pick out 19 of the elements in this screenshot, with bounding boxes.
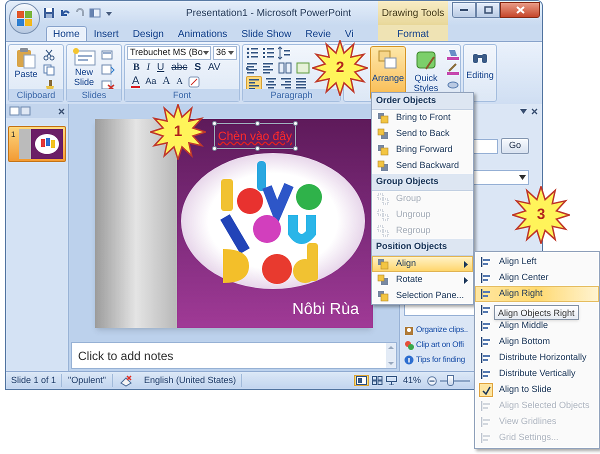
window-title: Presentation1 - Microsoft PowerPoint: [186, 6, 352, 20]
group-label: Font: [125, 89, 239, 101]
tooltip: Align Objects Right: [494, 305, 579, 320]
group-label: Slides: [67, 89, 121, 101]
language-status: English (United States): [138, 374, 242, 388]
group-label: Paragraph: [243, 89, 340, 101]
menu-section-heading: Order Objects: [372, 93, 473, 110]
slide-counter: Slide 1 of 1: [6, 374, 62, 388]
numbered-starburst: 1: [150, 104, 206, 160]
group-label: Clipboard: [9, 89, 63, 101]
menu-section-heading: Position Objects: [372, 239, 473, 256]
contextual-tab-title: Drawing Tools: [382, 6, 444, 20]
numbered-starburst: 3: [512, 186, 570, 244]
menu-section-heading: Group Objects: [372, 174, 473, 191]
slide-caption: Nôbi Rùa: [292, 300, 359, 320]
numbered-starburst: 2: [312, 40, 368, 96]
theme-name: "Opulent": [62, 374, 113, 388]
slide-title: Chèn vào đây: [218, 129, 292, 143]
zoom-level: 41%: [402, 374, 421, 387]
